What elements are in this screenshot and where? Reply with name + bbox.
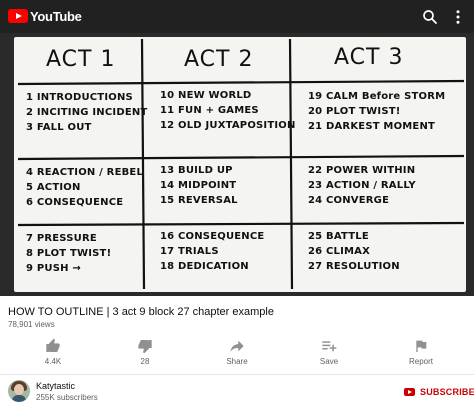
block-1: 1 INTRODUCTIONS 2 INCITING INCIDENT 3 FA… xyxy=(26,90,147,135)
chapter-9: 9 PUSH → xyxy=(26,263,81,274)
chapter-26: 26 CLIMAX xyxy=(308,246,371,257)
header-act-1: ACT 1 xyxy=(46,47,116,72)
channel-name[interactable]: Katytastic xyxy=(36,381,75,391)
block-2: 4 REACTION / REBEL 5 ACTION 6 CONSEQUENC… xyxy=(26,165,143,210)
chapter-24: 24 CONVERGE xyxy=(308,195,390,206)
share-button[interactable]: Share xyxy=(212,336,262,370)
chapter-12: 12 OLD JUXTAPOSITION xyxy=(160,120,296,131)
header-act-2: ACT 2 xyxy=(184,47,254,72)
video-title[interactable]: HOW TO OUTLINE | 3 act 9 block 27 chapte… xyxy=(8,305,468,319)
subscribe-label: SUBSCRIBE xyxy=(420,387,474,397)
like-count: 4.4K xyxy=(44,357,62,366)
youtube-logo[interactable]: YouTube xyxy=(8,8,82,24)
thumbs-down-icon xyxy=(138,340,152,354)
chapter-10: 10 NEW WORLD xyxy=(160,90,252,101)
youtube-play-icon xyxy=(404,388,415,396)
chapter-11: 11 FUN + GAMES xyxy=(160,105,259,116)
chapter-19: 19 CALM Before STORM xyxy=(308,91,446,102)
view-count: 78,901 views xyxy=(8,320,55,329)
video-player[interactable]: ACT 1 ACT 2 ACT 3 1 INTRODUCTIONS 2 INCI… xyxy=(0,33,474,296)
like-button[interactable]: 4.4K xyxy=(28,336,78,370)
chapter-7: 7 PRESSURE xyxy=(26,233,97,244)
chapter-2: 2 INCITING INCIDENT xyxy=(26,107,148,118)
save-button[interactable]: Save xyxy=(304,336,354,370)
dislike-count: 28 xyxy=(140,357,150,366)
block-3: 7 PRESSURE 8 PLOT TWIST! 9 PUSH → xyxy=(26,231,111,276)
share-icon xyxy=(230,340,244,352)
action-bar: 4.4K 28 Share Save Report xyxy=(0,336,474,370)
whiteboard: ACT 1 ACT 2 ACT 3 1 INTRODUCTIONS 2 INCI… xyxy=(14,37,466,292)
chapter-8: 8 PLOT TWIST! xyxy=(26,248,112,259)
chapter-22: 22 POWER WITHIN xyxy=(308,165,416,176)
chapter-1: 1 INTRODUCTIONS xyxy=(26,92,133,103)
subscriber-count: 255K subscribers xyxy=(36,393,98,402)
save-label: Save xyxy=(319,357,339,366)
share-label: Share xyxy=(226,357,248,366)
chapter-23: 23 ACTION / RALLY xyxy=(308,180,416,191)
dislike-button[interactable]: 28 xyxy=(120,336,170,370)
divider xyxy=(0,374,474,375)
thumbs-up-icon xyxy=(46,338,60,352)
brand-name: YouTube xyxy=(30,8,82,24)
chapter-18: 18 DEDICATION xyxy=(160,261,249,272)
chapter-21: 21 DARKEST MOMENT xyxy=(308,121,436,132)
chapter-4: 4 REACTION / REBEL xyxy=(26,167,144,178)
chapter-20: 20 PLOT TWIST! xyxy=(308,106,401,117)
header-act-3: ACT 3 xyxy=(334,45,404,70)
report-label: Report xyxy=(408,357,433,366)
report-button[interactable]: Report xyxy=(396,336,446,370)
chapter-17: 17 TRIALS xyxy=(160,246,219,257)
chapter-27: 27 RESOLUTION xyxy=(308,261,400,272)
chapter-3: 3 FALL OUT xyxy=(26,122,92,133)
chapter-5: 5 ACTION xyxy=(26,182,81,193)
block-9: 25 BATTLE 26 CLIMAX 27 RESOLUTION xyxy=(308,229,400,274)
add-to-playlist-icon xyxy=(322,341,337,352)
subscribe-button[interactable]: SUBSCRIBE xyxy=(404,385,474,399)
chapter-15: 15 REVERSAL xyxy=(160,195,238,206)
channel-row: Katytastic 255K subscribers SUBSCRIBE xyxy=(0,376,474,409)
more-options-icon[interactable] xyxy=(449,8,467,26)
block-6: 16 CONSEQUENCE 17 TRIALS 18 DEDICATION xyxy=(160,229,264,274)
chapter-13: 13 BUILD UP xyxy=(160,165,233,176)
chapter-25: 25 BATTLE xyxy=(308,231,369,242)
chapter-14: 14 MIDPOINT xyxy=(160,180,237,191)
search-icon[interactable] xyxy=(421,8,439,26)
channel-avatar[interactable] xyxy=(8,380,30,402)
flag-icon xyxy=(416,340,427,352)
block-7: 19 CALM Before STORM 20 PLOT TWIST! 21 D… xyxy=(308,89,445,134)
block-5: 13 BUILD UP 14 MIDPOINT 15 REVERSAL xyxy=(160,163,238,208)
block-8: 22 POWER WITHIN 23 ACTION / RALLY 24 CON… xyxy=(308,163,416,208)
chapter-6: 6 CONSEQUENCE xyxy=(26,197,124,208)
chapter-16: 16 CONSEQUENCE xyxy=(160,231,265,242)
app-bar: YouTube xyxy=(0,0,474,33)
youtube-play-icon xyxy=(8,9,28,23)
block-4: 10 NEW WORLD 11 FUN + GAMES 12 OLD JUXTA… xyxy=(160,88,296,133)
